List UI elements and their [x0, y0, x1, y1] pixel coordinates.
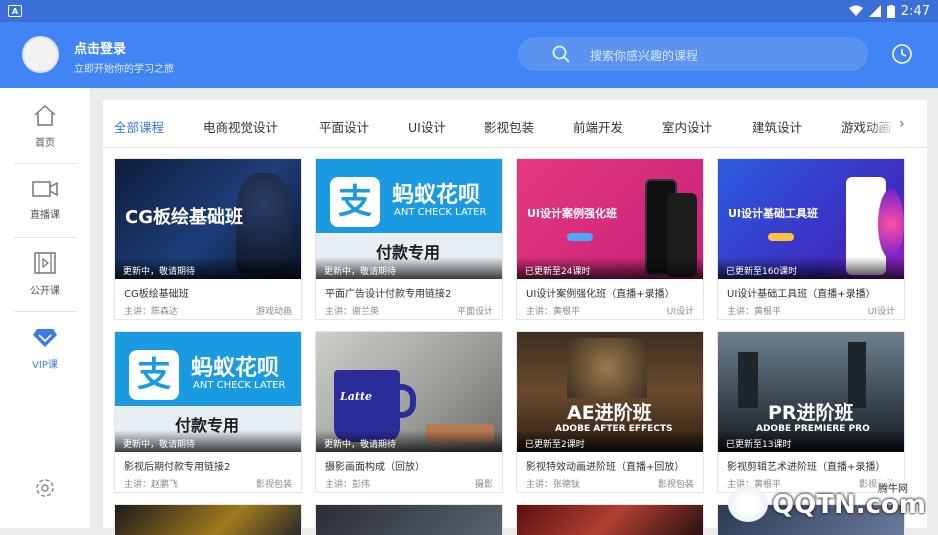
course-category: 摄影	[474, 480, 493, 490]
clock: 2:47	[900, 3, 930, 19]
app-header: 点击登录 立即开始你的学习之旅 搜索你感兴趣的课程	[0, 22, 938, 88]
thumb-title: UI设计案例强化班	[527, 207, 618, 220]
course-category: 影视包装	[255, 480, 292, 490]
status-badge: 已更新至13课时	[718, 430, 904, 452]
thumb-title: AE进阶班	[567, 402, 652, 424]
thumb-title: 蚂蚁花呗	[392, 183, 481, 208]
tab-interior[interactable]: 室内设计	[662, 117, 712, 136]
sidebar-item-home[interactable]: 首页	[14, 90, 76, 164]
signal-icon	[868, 5, 881, 17]
home-icon	[34, 104, 56, 126]
course-title: 平面广告设计付款专用链接2	[325, 289, 452, 300]
course-card[interactable]: Latte 更新中，敬请期待 摄影画面构成（回放） 主讲：彭伟 摄影	[315, 331, 503, 493]
watermark-brand: QQTN.com	[772, 490, 926, 520]
course-card[interactable]: CG板绘基础班 更新中，敬请期待 CG板绘基础班 主讲：陈森达 游戏动画	[114, 158, 302, 320]
course-category: 平面设计	[456, 307, 493, 317]
tab-frontend[interactable]: 前端开发	[573, 117, 623, 136]
course-card[interactable]: UI设计基础工具班 已更新至160课时 UI设计基础工具班（直播+录播） 主讲：…	[717, 158, 905, 320]
course-title: 影视特效动画进阶班（直播+回放）	[526, 462, 685, 473]
course-card[interactable]: PR进阶班 ADOBE PREMIERE PRO 已更新至13课时 影视剪辑艺术…	[717, 331, 905, 493]
course-title: 影视剪辑艺术进阶班（直播+录播）	[727, 462, 886, 473]
course-teacher: 主讲：黄根平	[526, 307, 581, 317]
course-category: UI设计	[666, 307, 694, 317]
login-link[interactable]: 点击登录	[74, 38, 126, 57]
gear-icon[interactable]	[35, 478, 55, 498]
course-card[interactable]	[315, 504, 503, 535]
sidebar-item-vip[interactable]: VIP课	[14, 312, 76, 386]
course-card[interactable]	[114, 504, 302, 535]
tab-ecommerce[interactable]: 电商视觉设计	[203, 117, 278, 136]
search-icon	[552, 45, 570, 63]
sidebar-item-live[interactable]: 直播课	[14, 164, 76, 238]
status-badge: 更新中，敬请期待	[115, 257, 301, 279]
course-category: 影视包装	[657, 480, 694, 490]
status-badge: 已更新至160课时	[718, 257, 904, 279]
film-icon	[34, 252, 56, 274]
video-camera-icon	[32, 181, 58, 197]
course-title: UI设计基础工具班（直播+录播）	[727, 289, 876, 300]
history-icon[interactable]	[891, 43, 913, 65]
sidebar-item-label: 首页	[35, 138, 55, 149]
course-category: UI设计	[867, 307, 895, 317]
category-tabs: 全部课程 电商视觉设计 平面设计 UI设计 影视包装 前端开发 室内设计 建筑设…	[103, 100, 927, 148]
course-card[interactable]: UI设计案例强化班 已更新至24课时 UI设计案例强化班（直播+录播） 主讲：黄…	[516, 158, 704, 320]
course-teacher: 主讲：谢兰英	[325, 307, 380, 317]
status-badge: 已更新至2课时	[517, 430, 703, 452]
sidebar-item-open-course[interactable]: 公开课	[14, 238, 76, 312]
search-input[interactable]: 搜索你感兴趣的课程	[590, 47, 698, 64]
course-panel: 全部课程 电商视觉设计 平面设计 UI设计 影视包装 前端开发 室内设计 建筑设…	[103, 100, 927, 535]
course-card[interactable]: 支 蚂蚁花呗 ANT CHECK LATER 付款专用 更新中，敬请期待 平面广…	[315, 158, 503, 320]
thumb-title: UI设计基础工具班	[728, 207, 819, 220]
course-teacher: 主讲：彭伟	[325, 480, 371, 490]
wifi-icon	[848, 5, 863, 16]
watermark: 腾牛网 QQTN.com	[728, 478, 928, 526]
status-bar: A 2:47	[0, 0, 938, 22]
tab-all[interactable]: 全部课程	[114, 117, 164, 136]
avatar[interactable]	[22, 36, 59, 73]
course-title: UI设计案例强化班（直播+录播）	[526, 289, 675, 300]
course-teacher: 主讲：赵鹏飞	[124, 480, 179, 490]
course-card[interactable]: 支 蚂蚁花呗 ANT CHECK LATER 付款专用 更新中，敬请期待 影视后…	[114, 331, 302, 493]
thumb-title: 蚂蚁花呗	[191, 356, 280, 381]
course-teacher: 主讲：陈森达	[124, 307, 179, 317]
diamond-icon	[33, 328, 57, 347]
search-bar[interactable]: 搜索你感兴趣的课程	[518, 37, 868, 71]
tab-architecture[interactable]: 建筑设计	[752, 117, 802, 136]
battery-icon	[886, 4, 895, 18]
sidebar-item-label: 公开课	[30, 286, 60, 297]
tab-ui[interactable]: UI设计	[408, 117, 446, 136]
status-badge: 更新中，敬请期待	[316, 257, 502, 279]
course-category: 游戏动画	[255, 307, 292, 317]
app-notification-icon: A	[8, 5, 22, 17]
sidebar-item-label: VIP课	[32, 359, 58, 371]
thumb-title: Latte	[340, 390, 373, 403]
status-badge: 更新中，敬请期待	[316, 430, 502, 452]
sidebar: 首页 直播课 公开课 VIP课	[0, 88, 90, 528]
thumb-title: CG板绘基础班	[125, 207, 243, 228]
tab-graphic[interactable]: 平面设计	[319, 117, 369, 136]
course-card[interactable]	[516, 504, 704, 535]
course-card[interactable]: AE进阶班 ADOBE AFTER EFFECTS 已更新至2课时 影视特效动画…	[516, 331, 704, 493]
course-title: CG板绘基础班	[124, 289, 189, 300]
login-subtitle: 立即开始你的学习之旅	[74, 64, 174, 75]
tab-video[interactable]: 影视包装	[484, 117, 534, 136]
status-badge: 更新中，敬请期待	[115, 430, 301, 452]
course-title: 影视后期付款专用链接2	[124, 462, 231, 473]
thumb-title: PR进阶班	[768, 402, 854, 424]
chevron-right-icon[interactable]: ›	[899, 116, 905, 132]
sidebar-item-label: 直播课	[30, 210, 60, 221]
status-badge: 已更新至24课时	[517, 257, 703, 279]
course-teacher: 主讲：张德钛	[526, 480, 581, 490]
course-teacher: 主讲：黄根平	[727, 307, 782, 317]
course-title: 摄影画面构成（回放）	[325, 462, 425, 473]
